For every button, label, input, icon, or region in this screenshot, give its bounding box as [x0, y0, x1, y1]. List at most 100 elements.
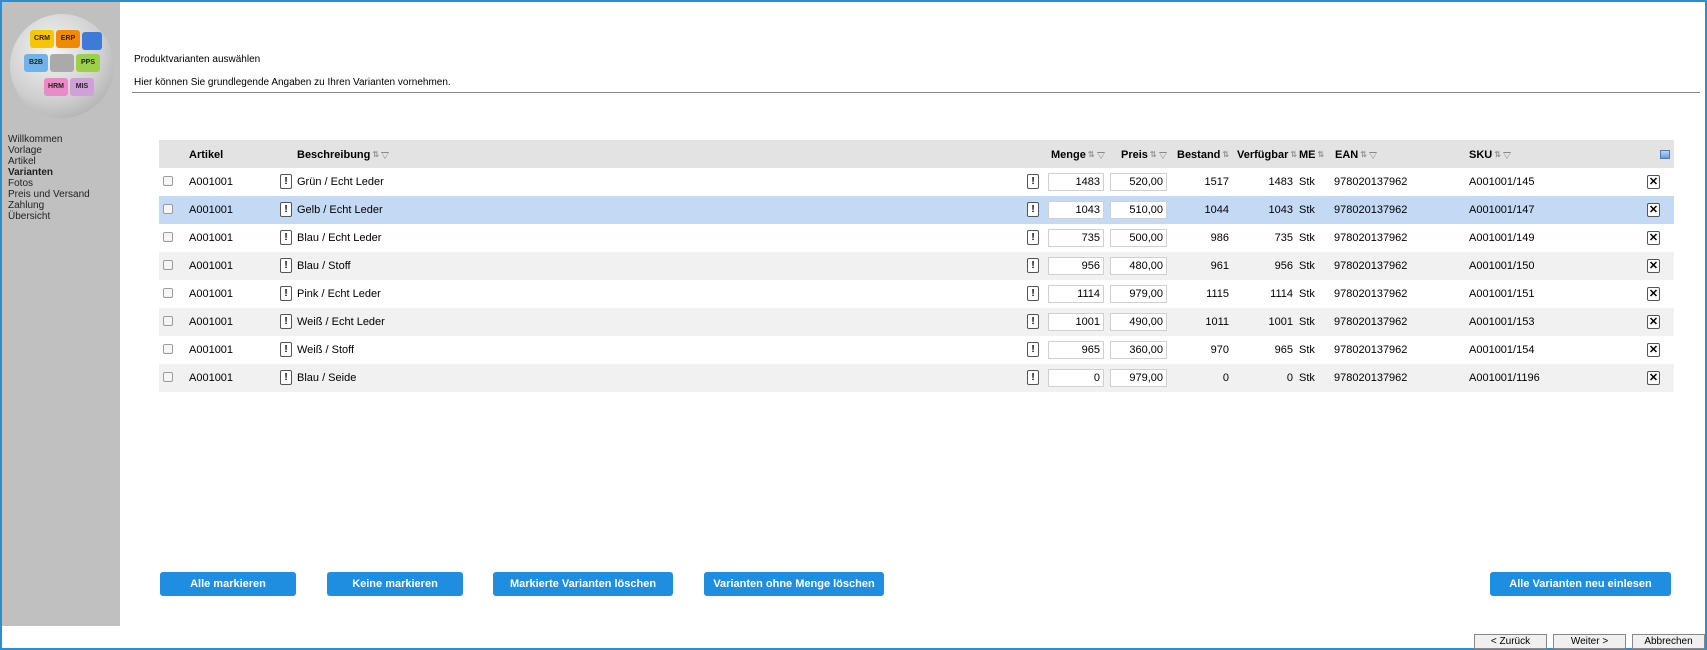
filter-icon[interactable]	[1096, 151, 1105, 159]
info-button[interactable]: !	[280, 314, 292, 329]
table-row[interactable]: A001001! Pink / Echt Leder! 1115 1114 Stk 978…	[159, 280, 1674, 308]
quantity-input[interactable]	[1048, 229, 1104, 247]
column-header-menge[interactable]: Menge ⇅	[1051, 149, 1105, 161]
price-input[interactable]	[1110, 173, 1167, 191]
logo-piece: B2B	[24, 54, 48, 72]
sidebar-item-uebersicht[interactable]: Übersicht	[8, 211, 90, 222]
info-button[interactable]: !	[1027, 174, 1039, 189]
quantity-input[interactable]	[1048, 201, 1104, 219]
delete-row-icon[interactable]: ✕	[1647, 315, 1660, 329]
column-header-verfuegbar[interactable]: Verfügbar ⇅	[1237, 149, 1297, 161]
info-button[interactable]: !	[1027, 342, 1039, 357]
table-row[interactable]: A001001! Blau / Stoff! 961 956 Stk 9780201379…	[159, 252, 1674, 280]
delete-row-icon[interactable]: ✕	[1647, 231, 1660, 245]
delete-without-quantity-button[interactable]: Varianten ohne Menge löschen	[704, 572, 884, 596]
reload-all-button[interactable]: Alle Varianten neu einlesen	[1490, 572, 1671, 596]
delete-row-icon[interactable]: ✕	[1647, 287, 1660, 301]
row-checkbox[interactable]	[163, 372, 173, 382]
sort-icon[interactable]: ⇅	[1494, 150, 1501, 160]
table-row[interactable]: A001001! Blau / Echt Leder! 986 735 Stk 97802…	[159, 224, 1674, 252]
sidebar-item-zahlung[interactable]: Zahlung	[8, 200, 90, 211]
cell-me: Stk	[1299, 288, 1315, 300]
price-input[interactable]	[1110, 285, 1167, 303]
column-settings-icon[interactable]	[1660, 150, 1670, 159]
sort-icon[interactable]: ⇅	[1318, 150, 1325, 160]
info-button[interactable]: !	[1027, 230, 1039, 245]
price-input[interactable]	[1110, 201, 1167, 219]
select-all-button[interactable]: Alle markieren	[160, 572, 296, 596]
filter-icon[interactable]	[1369, 151, 1378, 159]
info-button[interactable]: !	[1027, 286, 1039, 301]
table-row[interactable]: A001001! Weiß / Echt Leder! 1011 1001 Stk 978…	[159, 308, 1674, 336]
table-row[interactable]: A001001! Gelb / Echt Leder! 1044 1043 Stk 978…	[159, 196, 1674, 224]
sort-icon[interactable]: ⇅	[1360, 150, 1367, 160]
cancel-button[interactable]: Abbrechen	[1632, 634, 1705, 649]
cell-verfuegbar: 0	[1286, 372, 1293, 384]
info-button[interactable]: !	[280, 342, 292, 357]
sort-icon[interactable]: ⇅	[1150, 150, 1157, 160]
price-input[interactable]	[1110, 341, 1167, 359]
column-header-sku[interactable]: SKU ⇅	[1469, 149, 1512, 161]
info-button[interactable]: !	[1027, 258, 1039, 273]
next-button[interactable]: Weiter >	[1553, 634, 1626, 649]
column-header-me[interactable]: ME ⇅	[1299, 149, 1324, 161]
price-input[interactable]	[1110, 229, 1167, 247]
sidebar-item-varianten[interactable]: Varianten	[8, 167, 90, 178]
sidebar-item-fotos[interactable]: Fotos	[8, 178, 90, 189]
quantity-input[interactable]	[1048, 341, 1104, 359]
delete-marked-button[interactable]: Markierte Varianten löschen	[493, 572, 673, 596]
column-header-ean[interactable]: EAN ⇅	[1335, 149, 1378, 161]
table-row[interactable]: A001001! Grün / Echt Leder! 1517 1483 Stk 978…	[159, 168, 1674, 196]
filter-icon[interactable]	[1158, 151, 1167, 159]
price-input[interactable]	[1110, 257, 1167, 275]
column-header-bestand[interactable]: Bestand ⇅	[1177, 149, 1229, 161]
sidebar-item-willkommen[interactable]: Willkommen	[8, 134, 90, 145]
cell-artikel: A001001	[189, 344, 234, 356]
info-button[interactable]: !	[280, 286, 292, 301]
quantity-input[interactable]	[1048, 257, 1104, 275]
quantity-input[interactable]	[1048, 313, 1104, 331]
logo-piece: HRM	[44, 78, 68, 96]
delete-row-icon[interactable]: ✕	[1647, 343, 1660, 357]
info-button[interactable]: !	[280, 258, 292, 273]
info-button[interactable]: !	[1027, 314, 1039, 329]
info-button[interactable]: !	[280, 230, 292, 245]
info-button[interactable]: !	[1027, 370, 1039, 385]
delete-row-icon[interactable]: ✕	[1647, 371, 1660, 385]
sort-icon[interactable]: ⇅	[372, 150, 379, 160]
filter-icon[interactable]	[1503, 151, 1512, 159]
table-row[interactable]: A001001! Blau / Seide! 0 0 Stk 978020137962 A0…	[159, 364, 1674, 392]
quantity-input[interactable]	[1048, 369, 1104, 387]
sidebar-item-artikel[interactable]: Artikel	[8, 156, 90, 167]
cell-beschreibung: Weiß / Echt Leder	[297, 316, 385, 328]
row-checkbox[interactable]	[163, 260, 173, 270]
price-input[interactable]	[1110, 369, 1167, 387]
quantity-input[interactable]	[1048, 285, 1104, 303]
price-input[interactable]	[1110, 313, 1167, 331]
delete-row-icon[interactable]: ✕	[1647, 259, 1660, 273]
back-button[interactable]: < Zurück	[1474, 634, 1547, 649]
delete-row-icon[interactable]: ✕	[1647, 203, 1660, 217]
row-checkbox[interactable]	[163, 316, 173, 326]
row-checkbox[interactable]	[163, 344, 173, 354]
info-button[interactable]: !	[280, 202, 292, 217]
row-checkbox[interactable]	[163, 288, 173, 298]
sidebar-item-preis-versand[interactable]: Preis und Versand	[8, 189, 90, 200]
row-checkbox[interactable]	[163, 176, 173, 186]
info-button[interactable]: !	[1027, 202, 1039, 217]
info-button[interactable]: !	[280, 174, 292, 189]
filter-icon[interactable]	[381, 151, 390, 159]
sidebar-item-vorlage[interactable]: Vorlage	[8, 145, 90, 156]
sort-icon[interactable]: ⇅	[1290, 150, 1297, 160]
quantity-input[interactable]	[1048, 173, 1104, 191]
table-row[interactable]: A001001! Weiß / Stoff! 970 965 Stk 9780201379…	[159, 336, 1674, 364]
info-button[interactable]: !	[280, 370, 292, 385]
sort-icon[interactable]: ⇅	[1088, 150, 1095, 160]
sort-icon[interactable]: ⇅	[1222, 150, 1229, 160]
column-header-preis[interactable]: Preis ⇅	[1121, 149, 1167, 161]
row-checkbox[interactable]	[163, 204, 173, 214]
select-none-button[interactable]: Keine markieren	[327, 572, 463, 596]
delete-row-icon[interactable]: ✕	[1647, 175, 1660, 189]
column-header-beschreibung[interactable]: Beschreibung ⇅	[297, 149, 390, 161]
row-checkbox[interactable]	[163, 232, 173, 242]
